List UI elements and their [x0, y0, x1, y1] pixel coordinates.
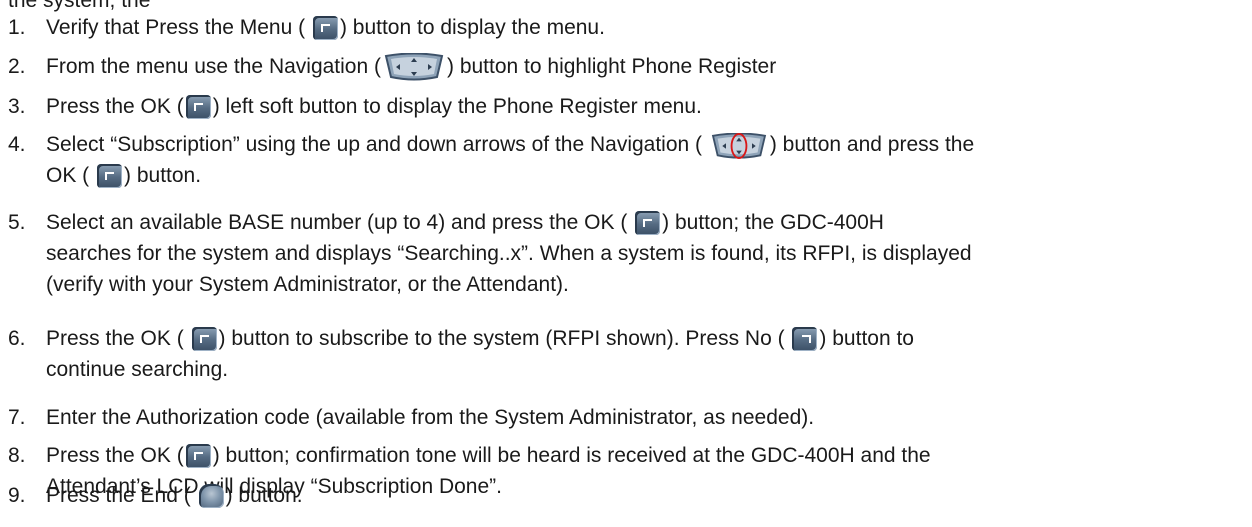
step-line: continue searching. [46, 354, 1232, 385]
step-number: 1. [8, 16, 26, 39]
step-text-segment: ) button. [225, 484, 303, 507]
step-number: 4. [8, 133, 26, 156]
step-line: Press the OK ( ) button to subscribe to … [46, 323, 1232, 354]
step-line: OK ( ) button. [46, 160, 1232, 191]
step-number: 6. [8, 327, 26, 350]
step-text-segment: From the menu use the Navigation ( [46, 55, 381, 78]
step-text-segment: ) button; confirmation tone will be hear… [212, 444, 931, 467]
ok-key-icon [191, 327, 217, 351]
ok-key-icon [185, 95, 211, 119]
step-text-segment: ) button to [819, 327, 914, 350]
step-number: 7. [8, 406, 26, 429]
step-number: 8. [8, 444, 26, 467]
step-text-segment: ) button to highlight Phone Register [447, 55, 777, 78]
step-text: From the menu use the Navigation ( ) butt… [46, 51, 1232, 82]
step-line: searches for the system and displays “Se… [46, 238, 1232, 269]
step-text-segment: Press the OK ( [46, 95, 184, 118]
step-line: Select an available BASE number (up to 4… [46, 207, 1232, 238]
step-text-segment: (verify with your System Administrator, … [46, 273, 569, 296]
step-number: 9. [8, 484, 26, 507]
step-text: Press the OK ( ) button to subscribe to … [46, 323, 1232, 385]
step-text: Press the End ( ) button. [46, 480, 1232, 511]
step-text-segment: OK ( [46, 164, 96, 187]
step-text-segment: Press the End ( [46, 484, 197, 507]
step-text-segment: ) button to display the menu. [339, 16, 605, 39]
ok-key-icon [635, 211, 661, 235]
step-text-segment: ) left soft button to display the Phone … [212, 95, 702, 118]
step-text: Verify that Press the Menu ( ) button to… [46, 12, 1232, 43]
cut-off-text: the system, the [8, 0, 151, 12]
step-text-segment: Select “Subscription” using the up and d… [46, 133, 708, 156]
step-line: Select “Subscription” using the up and d… [46, 129, 1232, 160]
step-text-segment: continue searching. [46, 358, 229, 381]
step-line: Press the OK ( ) left soft button to disp… [46, 91, 1232, 122]
navigation-key-icon [384, 53, 444, 81]
step-text: Press the OK ( ) left soft button to disp… [46, 91, 1232, 122]
ok-key-icon [97, 164, 123, 188]
step-text: Select “Subscription” using the up and d… [46, 129, 1232, 191]
menu-key-icon [312, 16, 338, 40]
step-text-segment: ) button and press the [769, 133, 975, 156]
step-text-segment: ) button; the GDC-400H [662, 211, 884, 234]
step-text-segment: Press the OK ( [46, 444, 184, 467]
step-text-segment: Press the OK ( [46, 327, 190, 350]
step-text-segment: ) button. [124, 164, 202, 187]
step-text: Enter the Authorization code (available … [46, 402, 1232, 433]
step-text: Select an available BASE number (up to 4… [46, 207, 1232, 300]
step-line: Press the OK ( ) button; confirmation ton… [46, 440, 1232, 471]
step-line: (verify with your System Administrator, … [46, 269, 1232, 300]
step-text-segment: Select an available BASE number (up to 4… [46, 211, 634, 234]
step-number: 5. [8, 211, 26, 234]
end-key-icon [198, 484, 224, 508]
step-text-segment: Enter the Authorization code (available … [46, 406, 815, 429]
step-number: 3. [8, 95, 26, 118]
step-text-segment: ) button to subscribe to the system (RFP… [218, 327, 791, 350]
step-text-segment: searches for the system and displays “Se… [46, 242, 972, 265]
step-line: From the menu use the Navigation ( ) butt… [46, 51, 1232, 82]
no-key-icon [792, 327, 818, 351]
step-line: Enter the Authorization code (available … [46, 402, 1232, 433]
step-line: Verify that Press the Menu ( ) button to… [46, 12, 1232, 43]
navigation-updown-icon [711, 133, 766, 159]
step-line: Press the End ( ) button. [46, 480, 1232, 511]
step-text-segment: Verify that Press the Menu ( [46, 16, 311, 39]
step-number: 2. [8, 55, 26, 78]
ok-key-icon [185, 444, 211, 468]
